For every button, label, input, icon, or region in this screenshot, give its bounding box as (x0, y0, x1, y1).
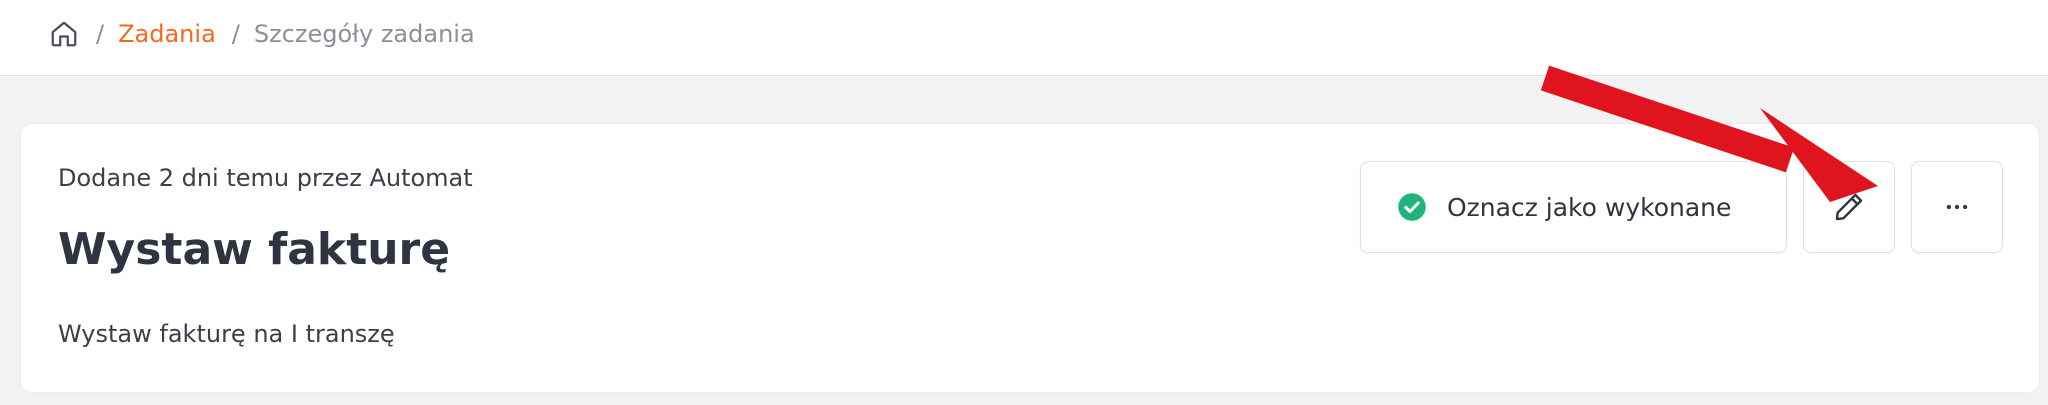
task-card: Dodane 2 dni temu przez Automat Wystaw f… (20, 123, 2040, 393)
more-options-button[interactable] (1911, 161, 2003, 253)
pencil-icon (1832, 190, 1866, 224)
mark-done-label: Oznacz jako wykonane (1447, 192, 1732, 222)
breadcrumb: / Zadania / Szczegóły zadania (48, 14, 475, 54)
breadcrumb-separator: / (96, 20, 105, 48)
breadcrumb-current: Szczegóły zadania (253, 20, 475, 48)
more-horizontal-icon (1942, 192, 1972, 222)
task-meta: Dodane 2 dni temu przez Automat (58, 164, 473, 192)
task-description: Wystaw fakturę na I transzę (58, 320, 395, 348)
top-bar: / Zadania / Szczegóły zadania (0, 0, 2048, 76)
edit-button[interactable] (1803, 161, 1895, 253)
task-title: Wystaw fakturę (58, 224, 451, 275)
mark-done-button[interactable]: Oznacz jako wykonane (1360, 161, 1787, 253)
home-icon[interactable] (48, 18, 80, 50)
breadcrumb-tasks-link[interactable]: Zadania (118, 20, 216, 48)
breadcrumb-separator: / (231, 20, 240, 48)
check-circle-icon (1397, 192, 1427, 222)
